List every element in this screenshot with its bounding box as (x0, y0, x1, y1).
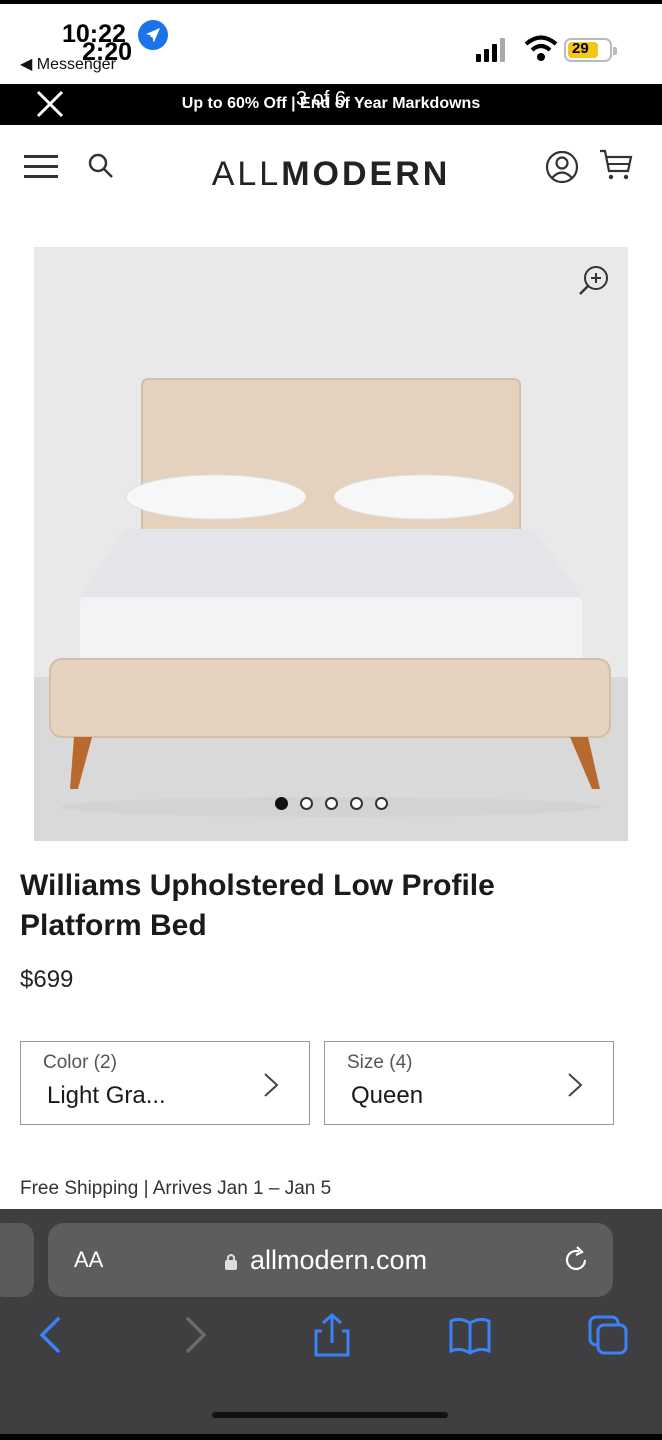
color-value: Light Gra... (47, 1082, 166, 1109)
reload-icon[interactable] (561, 1245, 591, 1275)
site-header: ALLMODERN (0, 125, 662, 225)
zoom-icon[interactable] (576, 263, 612, 299)
shipping-info: Free Shipping | Arrives Jan 1 – Jan 5 (20, 1178, 332, 1199)
carousel-dot[interactable] (299, 797, 313, 810)
reader-options-button[interactable]: AA (74, 1247, 103, 1273)
logo-light-text: ALL (211, 155, 282, 193)
carousel-dots (34, 797, 628, 815)
tabs-icon[interactable] (586, 1313, 630, 1357)
chevron-right-icon (263, 1072, 279, 1098)
logo-bold-text: MODERN (281, 155, 451, 193)
carousel-dot[interactable] (274, 797, 288, 810)
wifi-icon (524, 34, 558, 62)
carousel-dot[interactable] (374, 797, 388, 810)
promo-counter: 3 of 6 (296, 88, 347, 110)
previous-tab-preview[interactable] (0, 1223, 34, 1297)
browser-toolbar: AA allmodern.com (0, 1209, 662, 1440)
product-price: $699 (20, 966, 74, 993)
address-bar[interactable]: AA allmodern.com (48, 1223, 613, 1297)
home-indicator[interactable] (212, 1412, 448, 1418)
url-text[interactable]: allmodern.com (250, 1245, 427, 1276)
product-title: Williams Upholstered Low Profile Platfor… (20, 869, 495, 942)
size-label: Size (4) (347, 1052, 413, 1073)
back-to-app-link[interactable]: ◀ Messenger (20, 54, 116, 74)
share-icon[interactable] (310, 1312, 354, 1357)
bed-illustration (34, 247, 628, 841)
product-image[interactable] (34, 247, 628, 841)
location-arrow-icon (138, 20, 168, 50)
chevron-right-icon (567, 1072, 583, 1098)
size-selector[interactable]: Size (4) Queen (324, 1041, 614, 1125)
color-label: Color (2) (43, 1052, 117, 1073)
back-arrow-icon[interactable] (30, 1313, 74, 1357)
carousel-dot[interactable] (324, 797, 338, 810)
carousel-dot[interactable] (349, 797, 363, 810)
battery-icon: 29 (564, 38, 617, 62)
cart-icon[interactable] (598, 147, 634, 183)
size-value: Queen (351, 1082, 424, 1109)
bookmarks-icon[interactable] (448, 1313, 492, 1357)
screen-frame-bottom (0, 1434, 662, 1440)
color-selector[interactable]: Color (2) Light Gra... (20, 1041, 310, 1125)
account-icon[interactable] (544, 149, 580, 185)
cellular-signal-icon (476, 36, 512, 62)
status-bar: 10:22 2:20 ◀ Messenger 29 (0, 4, 662, 84)
lock-icon (224, 1253, 238, 1271)
forward-arrow-icon[interactable] (172, 1313, 216, 1357)
battery-percent: 29 (572, 40, 589, 57)
